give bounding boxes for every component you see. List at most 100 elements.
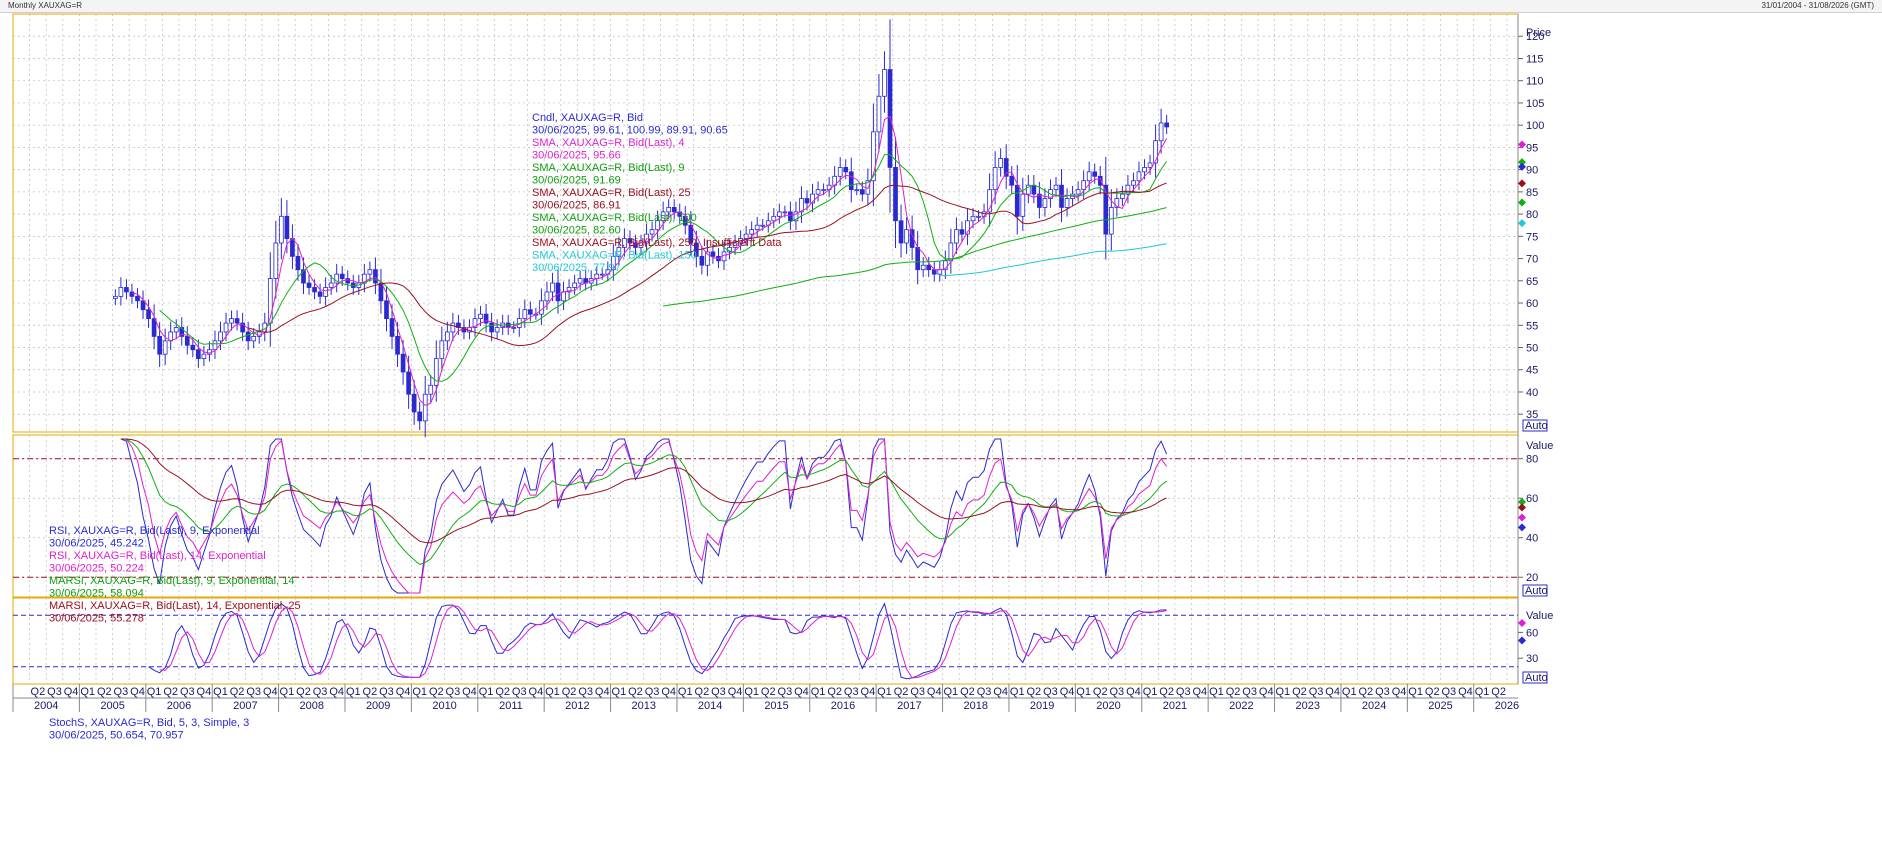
candle[interactable] xyxy=(815,189,821,195)
candle[interactable] xyxy=(489,322,494,333)
candle[interactable] xyxy=(1020,193,1026,217)
candle[interactable] xyxy=(544,291,550,302)
candle[interactable] xyxy=(1158,122,1164,142)
candle[interactable] xyxy=(550,282,555,293)
candle[interactable] xyxy=(1108,207,1114,235)
candle[interactable] xyxy=(539,300,544,315)
candle[interactable] xyxy=(976,215,981,218)
candle[interactable] xyxy=(1042,198,1048,208)
candle[interactable] xyxy=(212,340,218,351)
candle[interactable] xyxy=(113,295,118,299)
candle[interactable] xyxy=(937,269,943,275)
candle[interactable] xyxy=(915,247,920,271)
chart-canvas[interactable]: 3540455055606570758085909510010511011512… xyxy=(0,0,1882,858)
candle[interactable] xyxy=(367,269,373,275)
candle[interactable] xyxy=(251,335,257,342)
candle[interactable] xyxy=(821,189,826,192)
candle[interactable] xyxy=(129,291,135,297)
candle[interactable] xyxy=(782,211,788,214)
candle[interactable] xyxy=(157,335,162,355)
candle[interactable] xyxy=(196,349,201,360)
candle[interactable] xyxy=(760,224,766,227)
candle[interactable] xyxy=(754,224,760,231)
candle[interactable] xyxy=(522,309,528,320)
candle[interactable] xyxy=(528,309,533,315)
candle[interactable] xyxy=(854,189,860,192)
candle[interactable] xyxy=(135,295,140,302)
candle[interactable] xyxy=(411,393,417,413)
candle[interactable] xyxy=(931,269,937,275)
candle[interactable] xyxy=(317,291,323,297)
candle[interactable] xyxy=(295,255,301,271)
candle[interactable] xyxy=(328,282,334,288)
candle[interactable] xyxy=(561,291,566,302)
candle[interactable] xyxy=(1059,184,1064,208)
candle[interactable] xyxy=(511,327,517,329)
candle[interactable] xyxy=(954,229,959,244)
candle[interactable] xyxy=(118,287,124,297)
candle[interactable] xyxy=(1136,171,1142,182)
candle[interactable] xyxy=(478,313,483,320)
candle[interactable] xyxy=(893,167,898,222)
candle[interactable] xyxy=(1147,162,1153,168)
candle[interactable] xyxy=(1081,180,1086,191)
candle[interactable] xyxy=(837,167,843,177)
candle[interactable] xyxy=(848,171,854,191)
candle[interactable] xyxy=(234,318,240,324)
candle[interactable] xyxy=(876,95,882,133)
candle[interactable] xyxy=(417,411,423,422)
candle[interactable] xyxy=(273,242,279,279)
candle[interactable] xyxy=(124,287,129,293)
candle[interactable] xyxy=(1014,184,1020,217)
candle[interactable] xyxy=(959,229,965,235)
candle[interactable] xyxy=(577,278,583,284)
candle[interactable] xyxy=(1031,184,1037,195)
candle[interactable] xyxy=(804,198,810,204)
candle[interactable] xyxy=(920,264,926,271)
candle[interactable] xyxy=(898,220,904,244)
candle[interactable] xyxy=(1086,171,1092,182)
candle[interactable] xyxy=(1075,189,1081,195)
candle[interactable] xyxy=(218,331,223,342)
candle[interactable] xyxy=(788,211,793,222)
candle[interactable] xyxy=(395,335,400,355)
candle[interactable] xyxy=(384,300,389,320)
candle[interactable] xyxy=(992,167,998,191)
candle[interactable] xyxy=(555,282,561,302)
candle[interactable] xyxy=(151,318,157,337)
candle[interactable] xyxy=(290,238,295,257)
candle[interactable] xyxy=(1092,171,1098,177)
candle[interactable] xyxy=(710,251,716,257)
candle[interactable] xyxy=(599,273,605,276)
candle[interactable] xyxy=(1053,184,1059,191)
candle[interactable] xyxy=(1120,193,1125,199)
candle[interactable] xyxy=(445,331,450,342)
candle[interactable] xyxy=(378,282,384,302)
candle[interactable] xyxy=(389,318,395,337)
candle[interactable] xyxy=(279,215,284,244)
candle[interactable] xyxy=(1131,180,1136,186)
candle[interactable] xyxy=(1164,122,1169,128)
candle[interactable] xyxy=(245,331,251,342)
candle[interactable] xyxy=(776,211,782,217)
candle[interactable] xyxy=(339,273,345,279)
candle[interactable] xyxy=(229,318,234,324)
candle[interactable] xyxy=(771,215,777,222)
candle[interactable] xyxy=(184,335,190,346)
candle[interactable] xyxy=(284,215,290,239)
candle[interactable] xyxy=(859,189,865,195)
candle[interactable] xyxy=(140,300,146,311)
candle[interactable] xyxy=(450,322,456,333)
candle[interactable] xyxy=(926,264,932,271)
candle[interactable] xyxy=(201,353,207,360)
candle[interactable] xyxy=(887,69,893,168)
candle[interactable] xyxy=(190,344,196,351)
candle[interactable] xyxy=(306,282,312,288)
candle[interactable] xyxy=(422,393,428,422)
candle[interactable] xyxy=(1064,198,1070,208)
candle[interactable] xyxy=(223,322,229,333)
candle[interactable] xyxy=(312,287,317,293)
candle[interactable] xyxy=(970,215,976,222)
candle[interactable] xyxy=(173,327,179,333)
candle[interactable] xyxy=(1142,167,1147,173)
